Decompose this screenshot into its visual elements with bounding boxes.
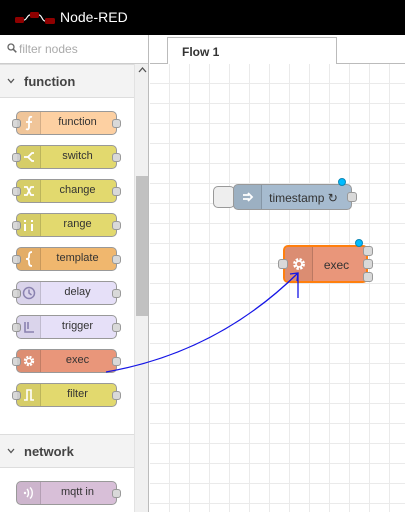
palette-node-change[interactable]: change [12,179,121,203]
changed-indicator-dot [338,178,346,186]
palette: function function switch change [0,35,149,512]
tab-flow-1[interactable]: Flow 1 [167,37,337,65]
palette-node-filter[interactable]: filter [12,383,121,407]
palette-node-function[interactable]: function [12,111,121,135]
output-port [112,357,121,366]
palette-node-delay[interactable]: delay [12,281,121,305]
gear-icon [17,350,41,372]
input-port[interactable] [278,259,288,269]
palette-node-mqtt-in[interactable]: mqtt in [16,481,121,505]
switch-icon [17,146,41,168]
output-port [112,255,121,264]
output-port [112,119,121,128]
delay-icon [17,282,41,304]
function-icon [17,112,41,134]
app-title: Node-RED [60,9,128,25]
palette-node-label: filter [67,388,88,400]
palette-category-label: function [24,74,76,89]
palette-node-exec[interactable]: exec [12,349,121,373]
changed-indicator-dot [355,239,363,247]
palette-node-label: exec [65,354,90,366]
flow-node-timestamp[interactable]: timestamp ↻ [233,184,357,210]
palette-category-function-body: function switch change range template de… [0,98,134,434]
palette-node-label: switch [62,150,93,162]
output-port [112,489,121,498]
template-icon [17,248,41,270]
palette-category-network-body: mqtt in [0,468,134,512]
inject-button[interactable] [213,186,235,208]
palette-node-label: range [63,218,92,230]
palette-filter-input[interactable] [19,39,144,59]
palette-node-label: function [58,116,97,128]
output-port [112,289,121,298]
output-port-stderr[interactable] [363,259,373,269]
palette-node-label: template [56,252,99,264]
output-port [112,221,121,230]
palette-node-label: delay [64,286,91,298]
filter-icon [17,384,41,406]
header-bar: Node-RED [0,0,405,35]
range-icon [17,214,41,236]
chevron-down-icon [7,78,15,84]
change-icon [17,180,41,202]
chevron-down-icon [7,448,15,454]
chevron-up-icon[interactable] [138,66,147,74]
workspace-tab-bar: Flow 1 [150,35,405,65]
palette-category-label: network [24,444,74,459]
palette-node-switch[interactable]: switch [12,145,121,169]
mqtt-icon [17,482,41,504]
palette-node-trigger[interactable]: trigger [12,315,121,339]
output-port [112,391,121,400]
palette-node-list: function function switch change range te… [0,64,134,512]
output-port[interactable] [347,192,357,202]
palette-node-label: mqtt in [60,486,94,498]
output-port [112,187,121,196]
palette-node-label: trigger [61,320,94,332]
output-port [112,153,121,162]
output-port-stdout[interactable] [363,246,373,256]
palette-node-range[interactable]: range [12,213,121,237]
palette-node-template[interactable]: template [12,247,121,271]
tab-label: Flow 1 [182,45,220,59]
search-icon [7,43,17,53]
palette-category-function[interactable]: function [0,64,134,98]
palette-node-label: change [59,184,96,196]
node-red-logo-icon [15,12,55,24]
flow-node-exec[interactable]: exec [278,245,373,283]
palette-category-network[interactable]: network [0,434,134,468]
trigger-icon [17,316,41,338]
flow-node-label: exec [323,258,350,272]
palette-scrollbar[interactable] [134,64,148,512]
gear-icon [285,247,313,281]
inject-arrow-icon [234,185,262,209]
flow-node-label: timestamp ↻ [269,191,338,205]
scrollbar-thumb[interactable] [136,176,148,316]
output-port [112,323,121,332]
output-port-return[interactable] [363,272,373,282]
palette-filter-bar [0,35,148,64]
flow-workspace[interactable]: timestamp ↻ exec [150,64,405,512]
